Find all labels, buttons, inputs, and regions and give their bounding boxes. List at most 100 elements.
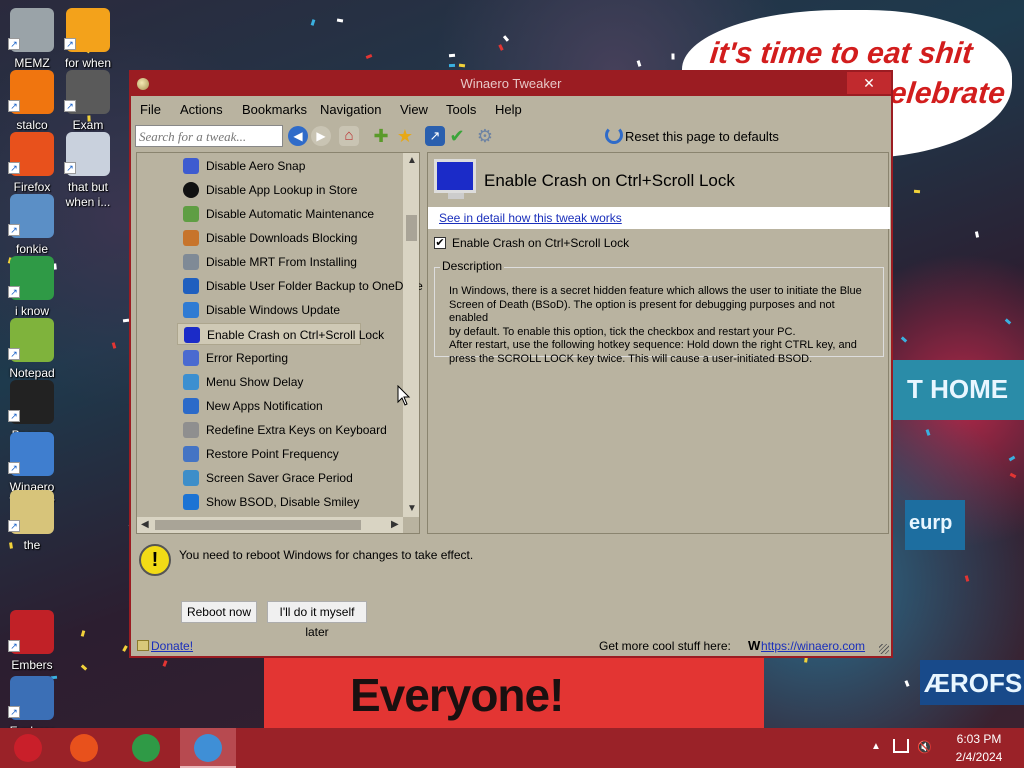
tree-item-label: Disable Automatic Maintenance	[206, 207, 375, 221]
resize-grip[interactable]	[879, 644, 889, 654]
desktop-icon[interactable]: ↗ i know	[4, 252, 60, 318]
tree-vertical-scrollbar[interactable]: ▲ ▼	[403, 153, 419, 517]
tree-item[interactable]: Disable Aero Snap	[177, 155, 417, 177]
confetti-piece	[964, 575, 970, 582]
enable-crash-checkbox-label[interactable]: Enable Crash on Ctrl+Scroll Lock	[452, 236, 629, 250]
aero-snap-icon	[183, 158, 199, 174]
desktop-icon[interactable]: ↗ MEMZ	[4, 4, 60, 70]
title-bar[interactable]: Winaero Tweaker ✕	[131, 72, 891, 96]
desktop-icon[interactable]: ↗ stalco	[4, 66, 60, 132]
bookmarks-star-icon[interactable]: ★	[395, 126, 415, 146]
restore-point-icon	[183, 446, 199, 462]
add-bookmark-icon[interactable]: ✚	[371, 126, 391, 146]
desktop-icon[interactable]: ↗ that but when i...	[60, 128, 116, 209]
desktop-icon[interactable]: ↗Explorer	[4, 672, 60, 728]
tweak-tree: Disable Aero Snap Disable App Lookup in S…	[136, 152, 423, 534]
scroll-left-icon[interactable]: ◀	[141, 519, 149, 530]
tree-item[interactable]: Menu Show Delay	[177, 371, 417, 393]
reboot-now-button[interactable]: Reboot now	[181, 601, 257, 623]
taskbar-button[interactable]	[180, 728, 236, 768]
menu-navigation[interactable]: Navigation	[320, 102, 381, 117]
tree-item[interactable]: Disable App Lookup in Store	[177, 179, 417, 201]
search-input[interactable]: Search for a tweak...	[135, 125, 283, 147]
clock-time[interactable]: 6:03 PM	[940, 732, 1018, 746]
tree-item[interactable]: New Apps Notification	[177, 395, 417, 417]
network-icon[interactable]	[893, 739, 909, 753]
reset-refresh-icon[interactable]	[605, 126, 623, 144]
desktop-icon[interactable]: ↗Winaero Tweaker	[4, 428, 60, 509]
desktop-icon[interactable]: ↗ Exam	[60, 66, 116, 132]
menu-actions[interactable]: Actions	[180, 102, 223, 117]
tree-horizontal-scroll-thumb[interactable]	[155, 520, 361, 530]
cool-stuff-label: Get more cool stuff here:	[599, 639, 731, 653]
confetti-piece	[365, 53, 373, 60]
desktop-icon-label: that but when i...	[65, 180, 111, 209]
menu-tools[interactable]: Tools	[446, 102, 476, 117]
confetti-piece	[1004, 318, 1012, 325]
toolbar: Search for a tweak... ◀ ▶ ⌂ ✚ ★ ↗ ✔ ⚙ Re…	[131, 122, 891, 150]
confetti-piece	[671, 53, 675, 60]
shortcut-arrow-icon: ↗	[8, 640, 20, 652]
menu-view[interactable]: View	[400, 102, 428, 117]
tree-item[interactable]: Disable MRT From Installing	[177, 251, 417, 273]
desktop-icon[interactable]: ↗Pecono	[4, 376, 60, 442]
tree-item[interactable]: Show BSOD, Disable Smiley	[177, 491, 417, 513]
scroll-right-icon[interactable]: ▶	[391, 519, 399, 530]
taskbar-button[interactable]	[56, 728, 112, 768]
volume-muted-icon[interactable]: 🔇	[917, 740, 932, 754]
enable-crash-checkbox[interactable]: ✔	[434, 237, 446, 249]
back-icon[interactable]: ◀	[288, 126, 308, 146]
reset-page-link[interactable]: Reset this page to defaults	[625, 129, 779, 144]
clock-date[interactable]: 2/4/2024	[940, 750, 1018, 764]
scroll-down-icon[interactable]: ▼	[407, 503, 417, 514]
menu-file[interactable]: File	[140, 102, 161, 117]
tree-item[interactable]: Restore Point Frequency	[177, 443, 417, 465]
taskbar-button[interactable]	[118, 728, 174, 768]
desktop-icon[interactable]: ↗ for when	[60, 4, 116, 70]
scroll-up-icon[interactable]: ▲	[407, 155, 417, 166]
tree-item[interactable]: Disable Downloads Blocking	[177, 227, 417, 249]
shortcut-arrow-icon: ↗	[8, 38, 20, 50]
shortcut-arrow-icon: ↗	[8, 410, 20, 422]
confetti-piece	[1008, 455, 1016, 462]
do-it-later-button[interactable]: I'll do it myself later	[267, 601, 367, 639]
forward-icon[interactable]: ▶	[311, 126, 331, 146]
tree-horizontal-scrollbar[interactable]: ◀ ▶	[137, 517, 403, 533]
menu-bookmarks[interactable]: Bookmarks	[242, 102, 307, 117]
confetti-piece	[336, 18, 344, 23]
confetti-piece	[636, 60, 642, 67]
donate-link[interactable]: Donate!	[151, 639, 193, 653]
shortcut-arrow-icon[interactable]: ↗	[425, 126, 445, 146]
close-button[interactable]: ✕	[847, 72, 891, 94]
tree-item[interactable]: Disable User Folder Backup to OneDrive	[177, 275, 423, 297]
tree-item-label: Enable Crash on Ctrl+Scroll Lock	[207, 328, 385, 342]
settings-gear-icon[interactable]: ⚙	[475, 126, 495, 146]
apply-check-icon[interactable]: ✔	[447, 126, 467, 146]
shortcut-arrow-icon: ↗	[8, 462, 20, 474]
tray-show-hidden-icon[interactable]: ▲	[871, 741, 881, 752]
menu-help[interactable]: Help	[495, 102, 522, 117]
desktop-icon[interactable]: ↗ Embers	[4, 606, 60, 672]
tree-item[interactable]: Error Reporting	[177, 347, 417, 369]
mouse-cursor-icon	[397, 385, 411, 406]
desktop-icon[interactable]: ↗ Firefox	[4, 128, 60, 194]
tree-vertical-scroll-thumb[interactable]	[406, 215, 417, 241]
see-details-link[interactable]: See in detail how this tweak works	[439, 211, 622, 225]
tree-item[interactable]: Enable Crash on Ctrl+Scroll Lock	[177, 323, 384, 345]
mrt-icon	[183, 254, 199, 270]
desktop-icon[interactable]: ↗ fonkie	[4, 190, 60, 256]
desktop-icon[interactable]: ↗ Notepad	[4, 314, 60, 380]
billboard-europ: eurp	[905, 500, 965, 550]
tree-item[interactable]: Screen Saver Grace Period	[177, 467, 417, 489]
taskbar-button[interactable]	[0, 728, 56, 768]
notification-icon	[183, 398, 199, 414]
home-icon[interactable]: ⌂	[339, 126, 359, 146]
description-text: In Windows, there is a secret hidden fea…	[449, 285, 862, 365]
winaero-link[interactable]: https://winaero.com	[761, 639, 865, 653]
confetti-piece	[900, 336, 908, 343]
desktop-icon[interactable]: ↗ the	[4, 486, 60, 552]
tree-item[interactable]: Redefine Extra Keys on Keyboard	[177, 419, 417, 441]
tree-item[interactable]: Disable Windows Update	[177, 299, 417, 321]
tree-item-label: Restore Point Frequency	[206, 447, 339, 461]
tree-item[interactable]: Disable Automatic Maintenance	[177, 203, 417, 225]
